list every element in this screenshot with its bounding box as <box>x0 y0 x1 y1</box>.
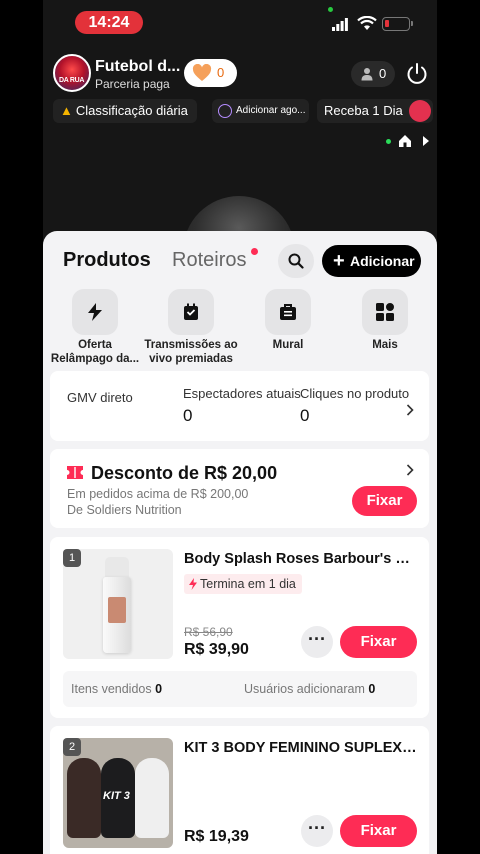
gmv-label: GMV direto <box>67 390 133 405</box>
search-button[interactable] <box>278 244 314 278</box>
users-added-value: 0 <box>368 682 376 696</box>
power-icon[interactable] <box>405 62 429 86</box>
pin-product-button[interactable]: Fixar <box>340 626 417 658</box>
discount-card[interactable]: Desconto de R$ 20,00 Em pedidos acima de… <box>50 449 429 528</box>
add-now-chip[interactable]: Adicionar ago... <box>212 99 309 123</box>
battery-icon <box>382 17 413 31</box>
pin-discount-button[interactable]: Fixar <box>352 486 417 516</box>
channel-subtitle: Parceria paga <box>95 77 170 91</box>
product-card[interactable]: 1 Body Splash Roses Barbour's Be... Term… <box>50 537 429 718</box>
feature-label: Transmissões ao <box>144 339 238 351</box>
feature-flash-sale[interactable]: Oferta Relâmpago da... <box>45 289 145 366</box>
discount-title: Desconto de R$ 20,00 <box>91 463 278 483</box>
expiry-tag: Termina em 1 dia <box>184 574 302 594</box>
daily-ranking-chip[interactable]: ▲ Classificação diária <box>53 99 197 123</box>
wifi-icon <box>357 16 377 30</box>
heart-icon <box>192 64 212 81</box>
add-now-label: Adicionar ago... <box>236 105 306 116</box>
status-bar: 14:24 <box>0 0 480 46</box>
gift-chip[interactable]: Receba 1 Dia <box>317 99 433 123</box>
person-icon <box>361 68 373 81</box>
discount-condition: Em pedidos acima de R$ 200,00 <box>67 487 249 501</box>
users-added: Usuários adicionaram 0 <box>244 682 375 696</box>
more-options-button[interactable]: ··· <box>301 626 333 658</box>
feature-label: Mural <box>272 339 304 351</box>
viewers-count: 0 <box>379 66 387 81</box>
clicks-value: 0 <box>300 406 310 425</box>
avatar-text: DA RUA <box>59 77 85 84</box>
pin-product-button[interactable]: Fixar <box>340 815 417 847</box>
gift-icon <box>409 100 431 122</box>
feature-mural[interactable]: Mural <box>238 289 338 352</box>
flash-icon <box>189 578 197 590</box>
more-options-button[interactable]: ··· <box>301 815 333 847</box>
feature-more[interactable]: Mais <box>335 289 435 352</box>
clicks-label: Cliques no produto <box>300 386 410 401</box>
expiry-text: Termina em 1 dia <box>200 577 296 591</box>
product-rank: 2 <box>63 738 81 756</box>
bag-icon <box>280 304 296 320</box>
tab-produtos[interactable]: Produtos <box>63 249 151 272</box>
chevron-right-icon <box>406 404 414 416</box>
likes-count: 0 <box>217 65 225 80</box>
products-sheet: Produtos Roteiros + Adicionar Oferta Rel… <box>43 231 437 854</box>
add-product-label: Adicionar <box>350 253 415 269</box>
status-time: 14:24 <box>75 11 143 34</box>
sale-price: R$ 39,90 <box>184 641 249 658</box>
add-product-button[interactable]: + Adicionar <box>322 245 421 277</box>
plus-icon: + <box>333 250 345 272</box>
product-card[interactable]: KIT 3 2 KIT 3 BODY FEMININO SUPLEX R... … <box>50 726 429 854</box>
camera-indicator <box>328 7 333 12</box>
items-sold: Itens vendidos 0 <box>71 682 162 696</box>
viewers-label: Espectadores atuais <box>183 386 301 401</box>
feature-label: Relâmpago da... <box>50 353 140 365</box>
product-stats: Itens vendidos 0 Usuários adicionaram 0 <box>63 671 417 707</box>
items-sold-value: 0 <box>155 682 163 696</box>
search-icon <box>288 253 304 269</box>
viewers-counter[interactable]: 0 <box>351 61 395 87</box>
home-icon[interactable] <box>398 134 412 148</box>
users-added-label: Usuários adicionaram <box>244 682 365 696</box>
original-price: R$ 56,90 <box>184 625 233 639</box>
grid-icon <box>376 303 394 321</box>
check-circle-icon <box>218 104 232 118</box>
thumbs-up-icon: ▲ <box>60 103 73 118</box>
channel-avatar[interactable]: DA RUA <box>53 54 91 92</box>
notification-dot <box>251 248 258 255</box>
product-rank: 1 <box>63 549 81 567</box>
viewers-value: 0 <box>183 406 193 425</box>
tab-roteiros[interactable]: Roteiros <box>172 249 246 272</box>
chevron-right-icon <box>406 464 414 476</box>
signal-icon <box>332 18 348 31</box>
items-sold-label: Itens vendidos <box>71 682 152 696</box>
live-stats-card[interactable]: GMV direto Espectadores atuais 0 Cliques… <box>50 371 429 441</box>
channel-name[interactable]: Futebol d... <box>95 58 180 76</box>
live-indicator-dot <box>386 139 391 144</box>
lightning-icon <box>88 303 102 321</box>
kit-image-text: KIT 3 <box>103 790 130 802</box>
daily-ranking-label: Classificação diária <box>75 103 188 118</box>
calendar-gift-icon <box>184 303 198 320</box>
product-title: KIT 3 BODY FEMININO SUPLEX R... <box>184 740 420 756</box>
likes-counter[interactable]: 0 <box>184 59 237 87</box>
stream-header: DA RUA Futebol d... Parceria paga 0 0 <box>53 54 433 94</box>
feature-shortcuts: Oferta Relâmpago da... Transmissões ao v… <box>43 289 437 369</box>
gift-label: Receba 1 Dia <box>324 103 403 118</box>
product-title: Body Splash Roses Barbour's Be... <box>184 551 420 567</box>
coupon-icon <box>67 466 83 479</box>
stream-chips: ▲ Classificação diária Adicionar ago... R… <box>53 99 437 123</box>
body-splash-bottle <box>103 557 131 653</box>
feature-rewarded-lives[interactable]: Transmissões ao vivo premiadas <box>141 289 241 366</box>
feature-label: Mais <box>372 339 398 351</box>
feature-label: Oferta <box>78 339 112 351</box>
discount-seller: De Soldiers Nutrition <box>67 503 182 517</box>
sale-price: R$ 19,39 <box>184 828 249 845</box>
chevron-right-icon[interactable] <box>422 136 430 146</box>
feature-label: vivo premiadas <box>149 353 233 365</box>
